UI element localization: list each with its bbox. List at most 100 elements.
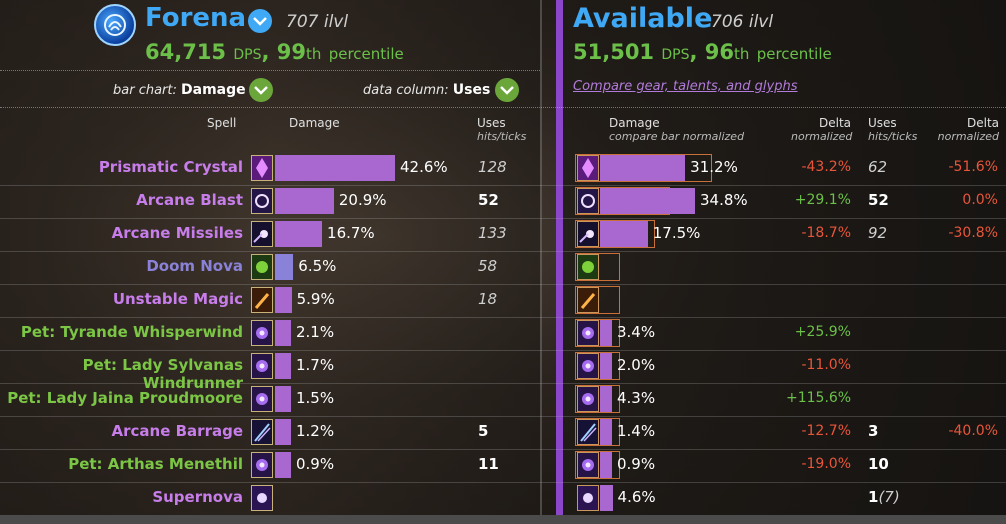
unstable-magic-icon — [251, 287, 273, 313]
header-dotted-line — [0, 70, 540, 71]
spell-name[interactable]: Pet: Lady Jaina Proudmoore — [0, 389, 243, 407]
compare-damage-percent: 4.6% — [617, 488, 656, 506]
available-title: Available — [573, 3, 713, 34]
arcane-blast-icon — [251, 188, 273, 214]
dps-value: 64,715 — [145, 40, 227, 64]
prismatic-crystal-icon — [577, 155, 599, 181]
damage-percent: 20.9% — [338, 191, 387, 209]
chevron-down-icon — [253, 17, 267, 26]
spell-name[interactable]: Pet: Tyrande Whisperwind — [0, 323, 243, 341]
compare-damage-percent: 1.4% — [617, 422, 656, 440]
data-column-value: Uses — [452, 82, 491, 98]
supernova-icon — [251, 485, 273, 511]
compare-gear-link[interactable]: Compare gear, talents, and glyphs — [573, 79, 797, 94]
left-dps-line: 64,715 DPS, 99th percentile — [145, 40, 404, 64]
percentile-word: percentile — [756, 45, 832, 63]
percentile-number: 99 — [276, 40, 306, 64]
compare-uses-count: 1(7) — [868, 488, 900, 506]
damage-bar — [275, 386, 291, 412]
right-dps-line: 51,501 DPS, 96th percentile — [573, 40, 832, 64]
right-ilvl: 706 ilvl — [711, 12, 774, 32]
delta-value: -18.7% — [801, 225, 851, 241]
col-delta-2: Delta normalized — [937, 116, 999, 143]
character-dropdown-button[interactable] — [248, 9, 272, 33]
compare-uses-count: 62 — [868, 158, 888, 176]
compare-uses-count: 52 — [868, 191, 889, 209]
spell-name[interactable]: Arcane Barrage — [0, 422, 243, 440]
delta-value: +29.1% — [794, 192, 851, 208]
arcane-missiles-icon — [577, 221, 599, 247]
col-uses: Uses hits/ticks — [477, 116, 527, 143]
col-uses-right: Uses hits/ticks — [868, 116, 918, 143]
compare-uses-count: 92 — [868, 224, 888, 242]
damage-percent: 2.1% — [296, 323, 335, 341]
data-column-dropdown-button[interactable] — [495, 78, 519, 102]
compare-uses-count: 3 — [868, 422, 879, 440]
dps-value: 51,501 — [573, 40, 655, 64]
compare-damage-bar — [600, 353, 612, 379]
delta2-value: -51.6% — [948, 159, 998, 175]
row-separator — [0, 481, 1006, 483]
spell-name[interactable]: Arcane Missiles — [0, 224, 243, 242]
uses-count: 128 — [478, 158, 507, 176]
delta-value: +25.9% — [794, 324, 851, 340]
compare-damage-bar — [600, 386, 612, 412]
pet-orb-icon — [251, 452, 273, 478]
col-damage-right: Damage compare bar normalized — [609, 116, 745, 143]
damage-percent: 5.9% — [296, 290, 335, 308]
damage-percent: 16.7% — [327, 224, 375, 242]
compare-damage-percent: 34.8% — [700, 191, 748, 209]
supernova-icon — [577, 485, 599, 511]
row-separator — [0, 184, 1006, 186]
arcane-blast-icon — [577, 188, 599, 214]
panel-divider — [540, 0, 542, 524]
spell-name[interactable]: Unstable Magic — [0, 290, 243, 308]
bar-chart-value: Damage — [181, 82, 246, 98]
compare-damage-percent: 2.0% — [617, 356, 656, 374]
uses-count: 18 — [478, 290, 498, 308]
row-separator — [0, 415, 1006, 417]
delta-value: -19.0% — [801, 456, 851, 472]
col-damage: Damage — [289, 116, 340, 130]
dps-unit: DPS — [233, 47, 262, 63]
percentile-word: percentile — [328, 45, 404, 63]
pet-orb-icon — [577, 320, 599, 346]
spell-name[interactable]: Arcane Blast — [0, 191, 243, 209]
compare-damage-bar — [600, 155, 686, 181]
doom-nova-icon — [577, 254, 599, 280]
row-separator — [0, 349, 1006, 351]
spell-name[interactable]: Prismatic Crystal — [0, 158, 243, 176]
pet-orb-icon — [251, 386, 273, 412]
uses-count: 58 — [478, 257, 498, 275]
delta-value: -11.0% — [801, 357, 851, 373]
bar-chart-control: bar chart: Damage — [113, 82, 246, 98]
delta-value: -12.7% — [801, 423, 851, 439]
data-column-label: data column: — [363, 83, 449, 98]
percentile-suffix: th — [306, 45, 322, 63]
spell-name[interactable]: Pet: Lady Sylvanas Windrunner — [0, 356, 243, 392]
bottom-scroll-strip — [0, 515, 1006, 524]
pet-orb-icon — [577, 353, 599, 379]
arcane-barrage-icon — [251, 419, 273, 445]
damage-percent: 42.6% — [400, 158, 448, 176]
character-name[interactable]: Forena — [145, 3, 246, 33]
comparison-divider — [556, 0, 563, 524]
spell-name[interactable]: Doom Nova — [0, 257, 243, 275]
damage-percent: 0.9% — [296, 455, 335, 473]
delta2-value: 0.0% — [962, 192, 998, 208]
compare-damage-percent: 31.2% — [690, 158, 738, 176]
compare-damage-bar — [600, 485, 613, 511]
row-separator — [0, 217, 1006, 219]
compare-damage-bar — [600, 188, 695, 214]
unstable-magic-icon — [577, 287, 599, 313]
damage-bar — [275, 254, 294, 280]
compare-damage-bar — [600, 419, 612, 445]
bar-chart-label: bar chart: — [113, 83, 177, 98]
bar-chart-dropdown-button[interactable] — [249, 78, 273, 102]
compare-damage-bar — [600, 221, 648, 247]
col-spell: Spell — [207, 116, 237, 130]
spell-name[interactable]: Pet: Arthas Menethil — [0, 455, 243, 473]
spell-name[interactable]: Supernova — [0, 488, 243, 506]
row-separator — [0, 250, 1006, 252]
arcane-missiles-icon — [251, 221, 273, 247]
